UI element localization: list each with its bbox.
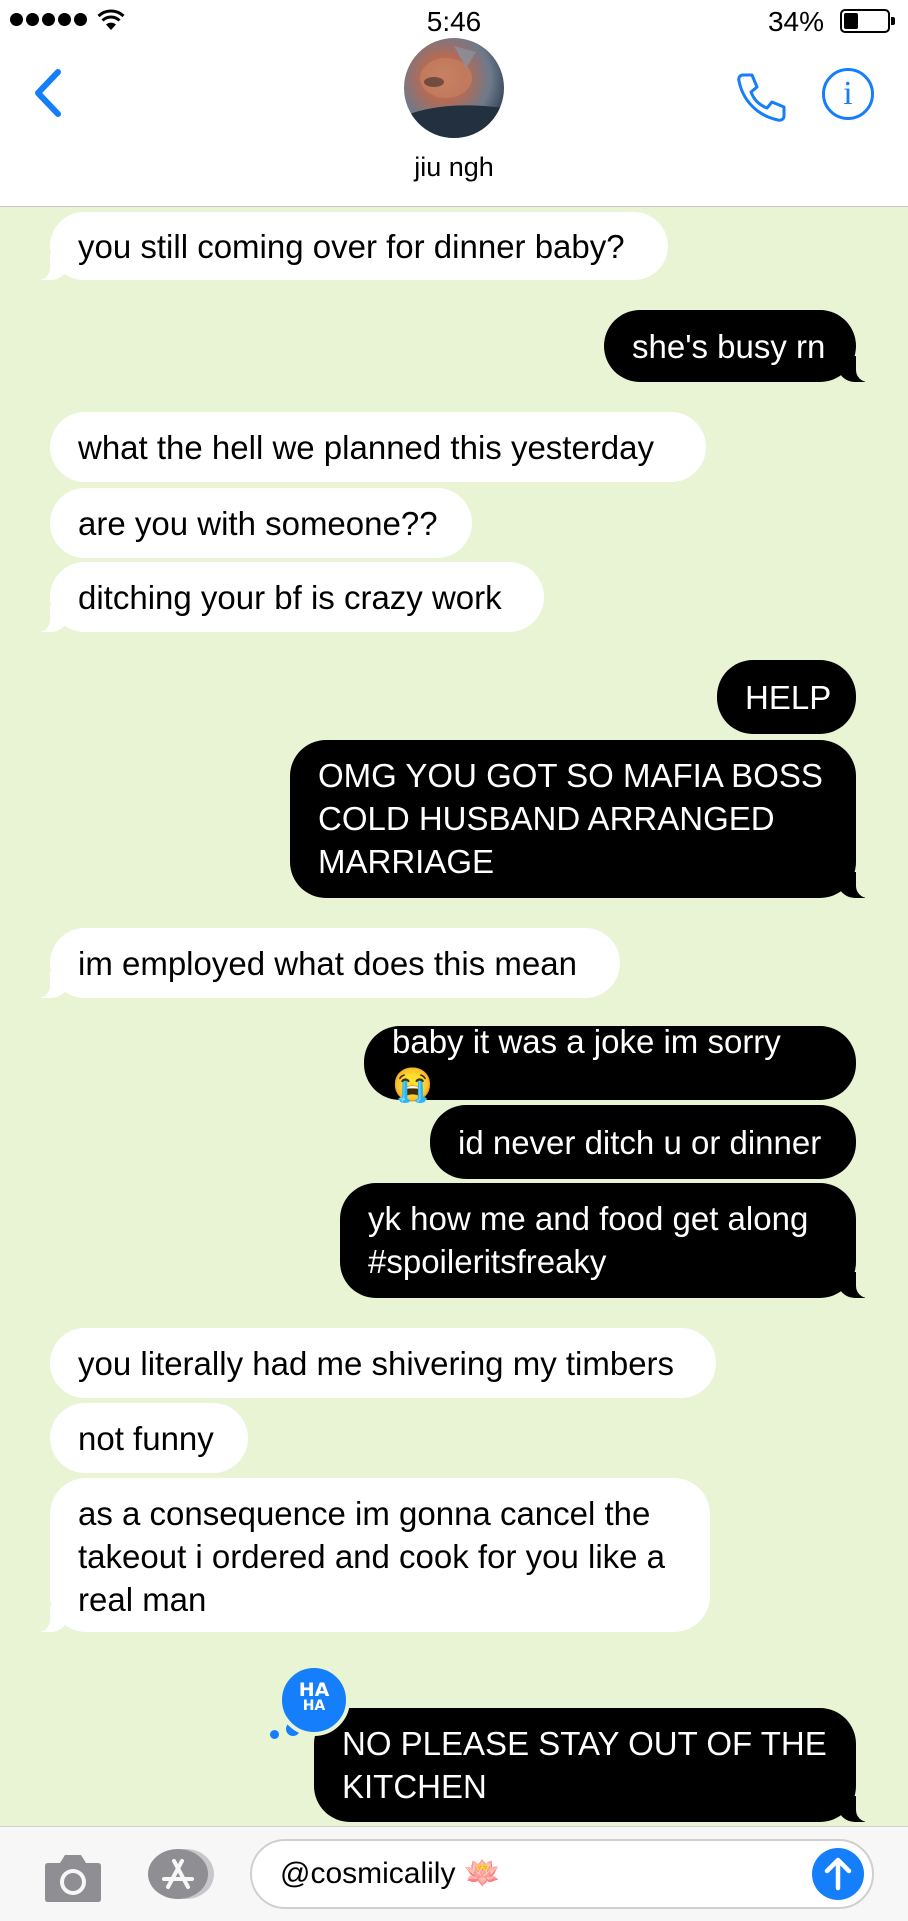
contact-avatar[interactable] <box>404 38 504 138</box>
contact-name[interactable]: jiu ngh <box>0 152 908 183</box>
message-bubble-incoming[interactable]: what the hell we planned this yesterday <box>50 412 706 482</box>
message-bubble-outgoing[interactable]: HELP <box>717 660 856 734</box>
haha-tapback-icon[interactable]: HA HA <box>278 1664 350 1736</box>
message-text: baby it was a joke im sorry 😭 <box>392 1023 781 1103</box>
info-icon[interactable]: i <box>822 68 874 120</box>
chevron-left-icon[interactable] <box>26 66 70 120</box>
message-bubble-outgoing[interactable]: yk how me and food get along #spoilerits… <box>340 1183 872 1298</box>
message-bubble-outgoing[interactable]: she's busy rn <box>604 310 872 382</box>
message-text: HELP <box>745 678 832 716</box>
message-input-field[interactable]: @cosmicalily 🪷 <box>250 1839 874 1909</box>
message-text: im employed what does this mean <box>78 944 577 982</box>
message-text: id never ditch u or dinner <box>458 1123 822 1161</box>
message-bubble-outgoing[interactable]: id never ditch u or dinner <box>430 1105 856 1179</box>
message-bubble-incoming[interactable]: im employed what does this mean <box>34 928 620 998</box>
tapback-tail-dot <box>270 1730 279 1739</box>
message-text: you still coming over for dinner baby? <box>78 227 625 265</box>
message-text: you literally had me shivering my timber… <box>78 1344 675 1382</box>
phone-icon[interactable] <box>734 70 788 124</box>
message-text: yk how me and food get along #spoilerits… <box>368 1200 809 1280</box>
message-text: OMG YOU GOT SO MAFIA BOSS COLD HUSBAND A… <box>318 757 823 880</box>
message-input-text: @cosmicalily 🪷 <box>280 1857 502 1890</box>
battery-icon <box>840 9 895 33</box>
camera-icon[interactable] <box>42 1849 104 1905</box>
message-bubble-outgoing[interactable]: NO PLEASE STAY OUT OF THE KITCHEN <box>314 1708 872 1822</box>
message-bubble-incoming[interactable]: not funny <box>50 1403 248 1473</box>
message-bubble-outgoing[interactable]: OMG YOU GOT SO MAFIA BOSS COLD HUSBAND A… <box>290 740 872 898</box>
message-bubble-incoming[interactable]: as a consequence im gonna cancel the tak… <box>34 1478 710 1632</box>
message-bubble-incoming[interactable]: ditching your bf is crazy work <box>34 562 544 632</box>
message-bubble-incoming[interactable]: you literally had me shivering my timber… <box>50 1328 716 1398</box>
conversation-header: 5:46 34% jiu ngh i <box>0 0 908 207</box>
message-bubble-outgoing[interactable]: baby it was a joke im sorry 😭 <box>364 1023 856 1103</box>
app-store-icon[interactable] <box>144 1847 216 1901</box>
message-text: not funny <box>78 1419 214 1457</box>
message-text: as a consequence im gonna cancel the tak… <box>78 1495 666 1618</box>
message-input-bar: @cosmicalily 🪷 <box>0 1826 908 1921</box>
message-text: NO PLEASE STAY OUT OF THE KITCHEN <box>342 1725 827 1805</box>
message-bubble-incoming[interactable]: you still coming over for dinner baby? <box>34 212 668 280</box>
battery-percentage: 34% <box>767 6 824 37</box>
message-text: what the hell we planned this yesterday <box>78 428 655 466</box>
message-bubble-incoming[interactable]: are you with someone?? <box>50 488 472 558</box>
message-text: ditching your bf is crazy work <box>78 578 502 616</box>
message-text: are you with someone?? <box>78 504 438 542</box>
message-text: she's busy rn <box>632 327 826 365</box>
send-arrow-icon[interactable] <box>812 1848 864 1900</box>
